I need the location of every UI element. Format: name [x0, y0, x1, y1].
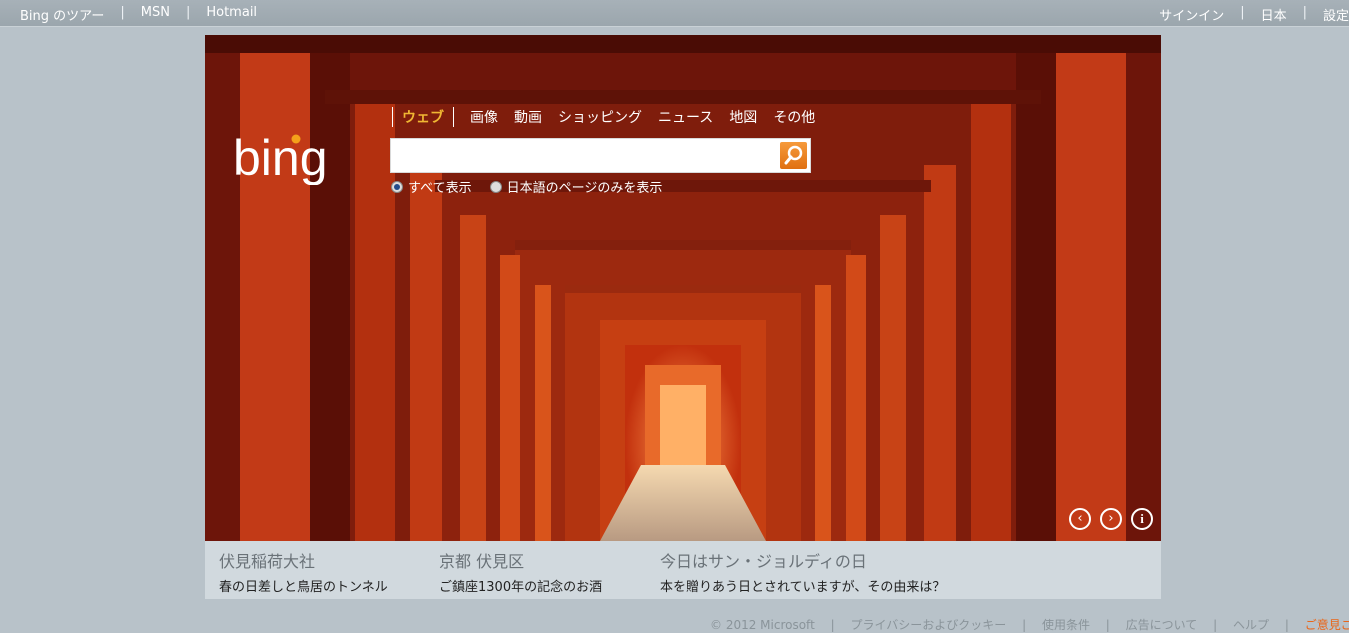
logo-dot [291, 134, 301, 144]
tab-web[interactable]: ウェブ [392, 107, 454, 127]
separator: | [1240, 5, 1245, 20]
separator: | [1105, 618, 1110, 632]
separator: | [1284, 618, 1289, 632]
tab-shopping[interactable]: ショッピング [558, 107, 642, 127]
separator: | [830, 618, 835, 632]
hotspot-title: 京都 伏見区 [439, 552, 525, 571]
top-right-links: サインイン | 日本 | 設定 [1159, 5, 1349, 24]
settings-link[interactable]: 設定 [1323, 5, 1349, 24]
magnifier-icon [784, 145, 803, 165]
tab-videos[interactable]: 動画 [514, 107, 542, 127]
bing-tour-link[interactable]: Bing のツアー [20, 5, 104, 24]
search-scope: すべて表示 日本語のページのみを表示 [391, 177, 680, 196]
hotspot-title: 伏見稲荷大社 [219, 552, 316, 571]
region-link[interactable]: 日本 [1261, 5, 1287, 24]
hotspot-desc: 春の日差しと鳥居のトンネル [219, 580, 388, 595]
tab-images[interactable]: 画像 [470, 107, 498, 127]
search-input[interactable] [391, 139, 771, 172]
scope-all-radio[interactable]: すべて表示 [391, 177, 472, 196]
hotspot-strip: 伏見稲荷大社 春の日差しと鳥居のトンネル 京都 伏見区 ご鎮座1300年の記念の… [205, 541, 1161, 599]
terms-link[interactable]: 使用条件 [1042, 618, 1090, 632]
sign-in-link[interactable]: サインイン [1159, 5, 1224, 24]
search-verticals: ウェブ 画像 動画 ショッピング ニュース 地図 その他 [392, 107, 831, 127]
tab-news[interactable]: ニュース [658, 107, 713, 127]
scope-all-label: すべて表示 [408, 181, 472, 196]
hotspot-1[interactable]: 伏見稲荷大社 春の日差しと鳥居のトンネル [219, 548, 388, 595]
image-navigation: ‹ › i [1069, 508, 1161, 530]
separator: | [120, 5, 125, 20]
search-button[interactable] [780, 142, 807, 169]
hotspot-desc: ご鎮座1300年の記念のお酒 [439, 580, 603, 595]
advertise-link[interactable]: 広告について [1126, 618, 1198, 632]
bing-logo-text: bing [233, 131, 328, 185]
copyright: © 2012 Microsoft [710, 618, 815, 632]
top-bar: Bing のツアー | MSN | Hotmail サインイン | 日本 | 設… [0, 0, 1349, 27]
hotspot-title: 今日はサン・ジョルディの日 [660, 552, 867, 571]
radio-selected-icon [391, 180, 403, 193]
footer: © 2012 Microsoft | プライバシーおよびクッキー | 使用条件 … [710, 616, 1349, 633]
search-box [390, 138, 811, 173]
tab-more[interactable]: その他 [773, 107, 815, 127]
hotspot-desc: 本を贈りあう日とされていますが、その由来は？ [660, 580, 946, 595]
separator: | [185, 5, 191, 20]
hotspot-2[interactable]: 京都 伏見区 ご鎮座1300年の記念のお酒 [439, 548, 602, 595]
top-left-links: Bing のツアー | MSN | Hotmail [20, 5, 257, 24]
separator: | [1022, 618, 1027, 632]
scope-japanese-radio[interactable]: 日本語のページのみを表示 [489, 177, 663, 196]
scope-japanese-label: 日本語のページのみを表示 [506, 181, 663, 196]
help-link[interactable]: ヘルプ [1233, 618, 1269, 632]
radio-unselected-icon [489, 180, 502, 193]
feedback-link[interactable]: ご意見ご感想 [1305, 618, 1349, 632]
homepage-background-image: bing ウェブ 画像 動画 ショッピング ニュース 地図 その他 すべて表示 … [205, 35, 1161, 541]
hotspot-3[interactable]: 今日はサン・ジョルディの日 本を贈りあう日とされていますが、その由来は？ [660, 548, 945, 595]
chevron-right-icon[interactable]: › [1100, 508, 1122, 530]
separator: | [1213, 618, 1218, 632]
info-icon[interactable]: i [1131, 508, 1153, 530]
tab-maps[interactable]: 地図 [729, 107, 757, 127]
bing-logo[interactable]: bing [233, 131, 363, 185]
msn-link[interactable]: MSN [141, 5, 170, 24]
separator: | [1302, 5, 1307, 20]
privacy-link[interactable]: プライバシーおよびクッキー [850, 618, 1006, 632]
hotmail-link[interactable]: Hotmail [206, 5, 257, 24]
chevron-left-icon[interactable]: ‹ [1069, 508, 1091, 530]
